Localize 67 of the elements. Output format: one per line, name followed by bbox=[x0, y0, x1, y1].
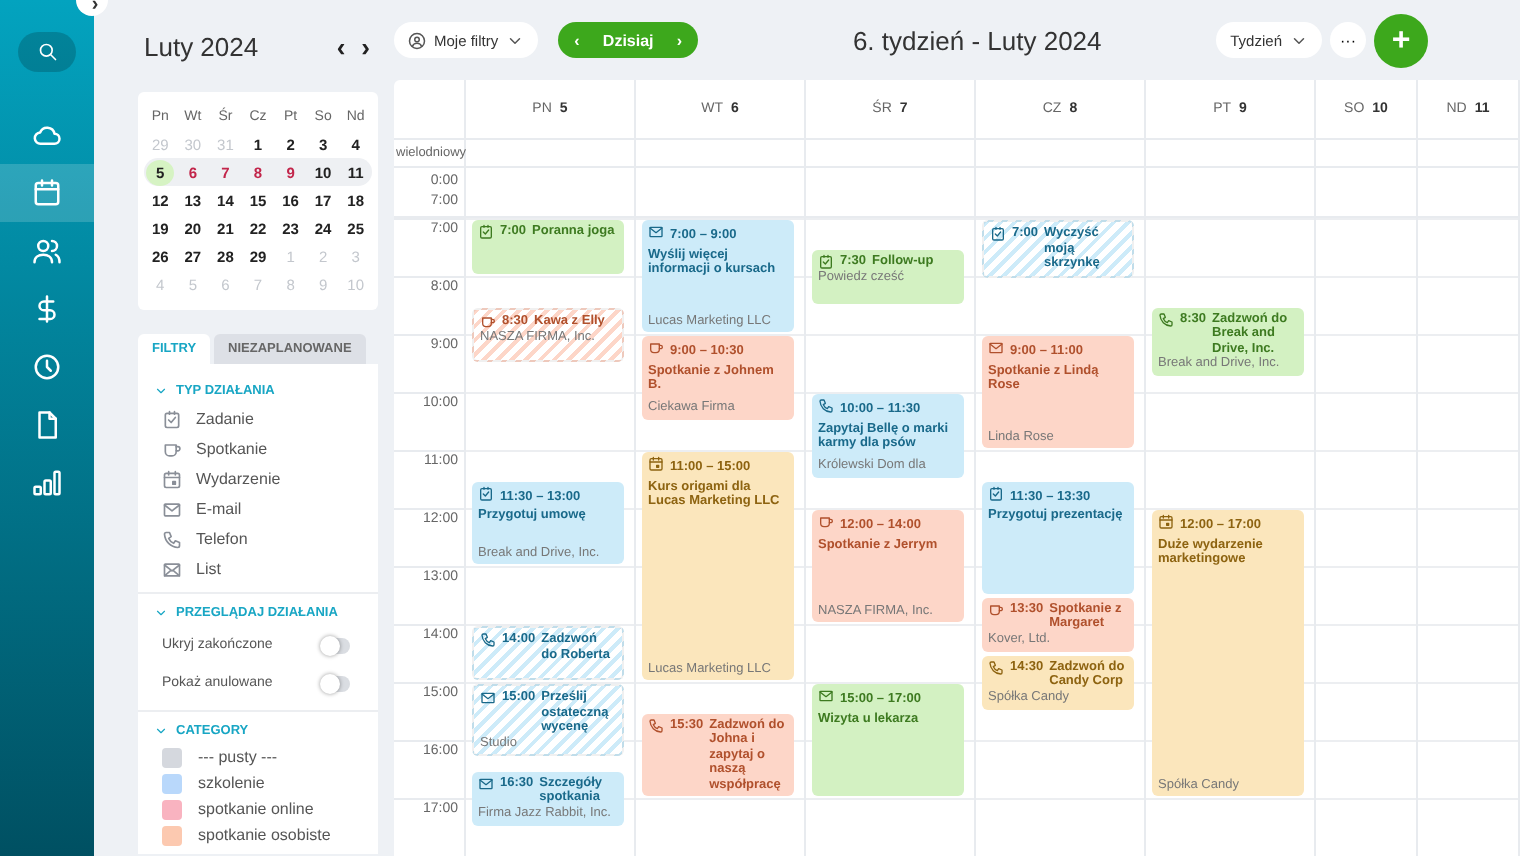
people-icon bbox=[32, 236, 62, 266]
calendar-icon bbox=[1158, 514, 1174, 530]
checkbox-icon bbox=[162, 409, 182, 429]
sidebar-item[interactable] bbox=[0, 164, 94, 222]
toggle-switch[interactable] bbox=[322, 637, 350, 653]
phone-icon bbox=[818, 398, 834, 414]
phone-icon bbox=[1158, 311, 1174, 327]
cloud-icon bbox=[32, 120, 62, 150]
month-title: Luty 2024 bbox=[144, 31, 261, 61]
cup-icon bbox=[480, 313, 496, 329]
category-swatch[interactable] bbox=[162, 747, 182, 767]
envelope-icon bbox=[162, 499, 182, 519]
today-button[interactable]: Dzisiaj bbox=[598, 31, 658, 49]
checkbox-icon bbox=[818, 253, 834, 269]
category-label: --- pusty --- bbox=[198, 748, 278, 766]
user-icon bbox=[408, 31, 426, 49]
phone-icon bbox=[480, 632, 496, 648]
cup-icon bbox=[818, 514, 834, 530]
filter-item[interactable]: Zadanie bbox=[196, 410, 254, 428]
next-week-button[interactable]: › bbox=[672, 31, 687, 49]
checkbox-icon bbox=[988, 485, 1004, 501]
add-button[interactable]: + bbox=[1374, 13, 1428, 67]
calendar-icon bbox=[32, 178, 62, 208]
search-button[interactable] bbox=[18, 32, 76, 72]
category-label: spotkanie online bbox=[198, 800, 314, 818]
envelope-icon bbox=[478, 775, 494, 791]
category-label: spotkanie osobiste bbox=[198, 826, 331, 844]
filter-item[interactable]: E-mail bbox=[196, 500, 242, 518]
envelope-icon bbox=[162, 559, 182, 579]
document-icon bbox=[32, 410, 62, 440]
category-swatch[interactable] bbox=[162, 799, 182, 819]
more-button[interactable]: ··· bbox=[1330, 22, 1366, 58]
checkbox-icon bbox=[478, 224, 494, 240]
search-icon bbox=[37, 42, 57, 62]
filter-item[interactable]: Telefon bbox=[196, 530, 248, 548]
chevron-icon bbox=[154, 723, 168, 737]
previous-month-button[interactable]: ‹ bbox=[328, 31, 354, 61]
cup-icon bbox=[648, 340, 664, 356]
bar-chart-icon bbox=[32, 468, 62, 498]
calendar-icon bbox=[162, 469, 182, 489]
envelope-icon bbox=[988, 340, 1004, 356]
clock-icon bbox=[32, 352, 62, 382]
phone-icon bbox=[988, 659, 1004, 675]
calendar-icon bbox=[648, 456, 664, 472]
collapse-button[interactable]: › bbox=[76, 0, 108, 16]
checkbox-icon bbox=[478, 485, 494, 501]
envelope-icon bbox=[818, 688, 834, 704]
dollar-icon bbox=[32, 294, 62, 324]
filter-item[interactable]: List bbox=[196, 560, 221, 578]
checkbox-icon bbox=[990, 226, 1006, 242]
chevron-icon bbox=[154, 383, 168, 397]
envelope-icon bbox=[648, 224, 664, 240]
week-title: 6. tydzień - Luty 2024 bbox=[850, 25, 1104, 55]
toggle-switch[interactable] bbox=[322, 675, 350, 691]
phone-icon bbox=[162, 529, 182, 549]
next-month-button[interactable]: › bbox=[353, 31, 378, 61]
category-swatch[interactable] bbox=[162, 825, 182, 845]
chevron-icon bbox=[154, 605, 168, 619]
category-swatch[interactable] bbox=[162, 773, 182, 793]
envelope-icon bbox=[480, 690, 496, 706]
previous-week-button[interactable]: ‹ bbox=[570, 31, 584, 49]
category-label: szkolenie bbox=[198, 774, 265, 792]
phone-icon bbox=[648, 717, 664, 733]
cup-icon bbox=[162, 439, 182, 459]
filter-item[interactable]: Spotkanie bbox=[196, 440, 268, 458]
cup-icon bbox=[988, 601, 1004, 617]
filter-item[interactable]: Wydarzenie bbox=[196, 470, 281, 488]
